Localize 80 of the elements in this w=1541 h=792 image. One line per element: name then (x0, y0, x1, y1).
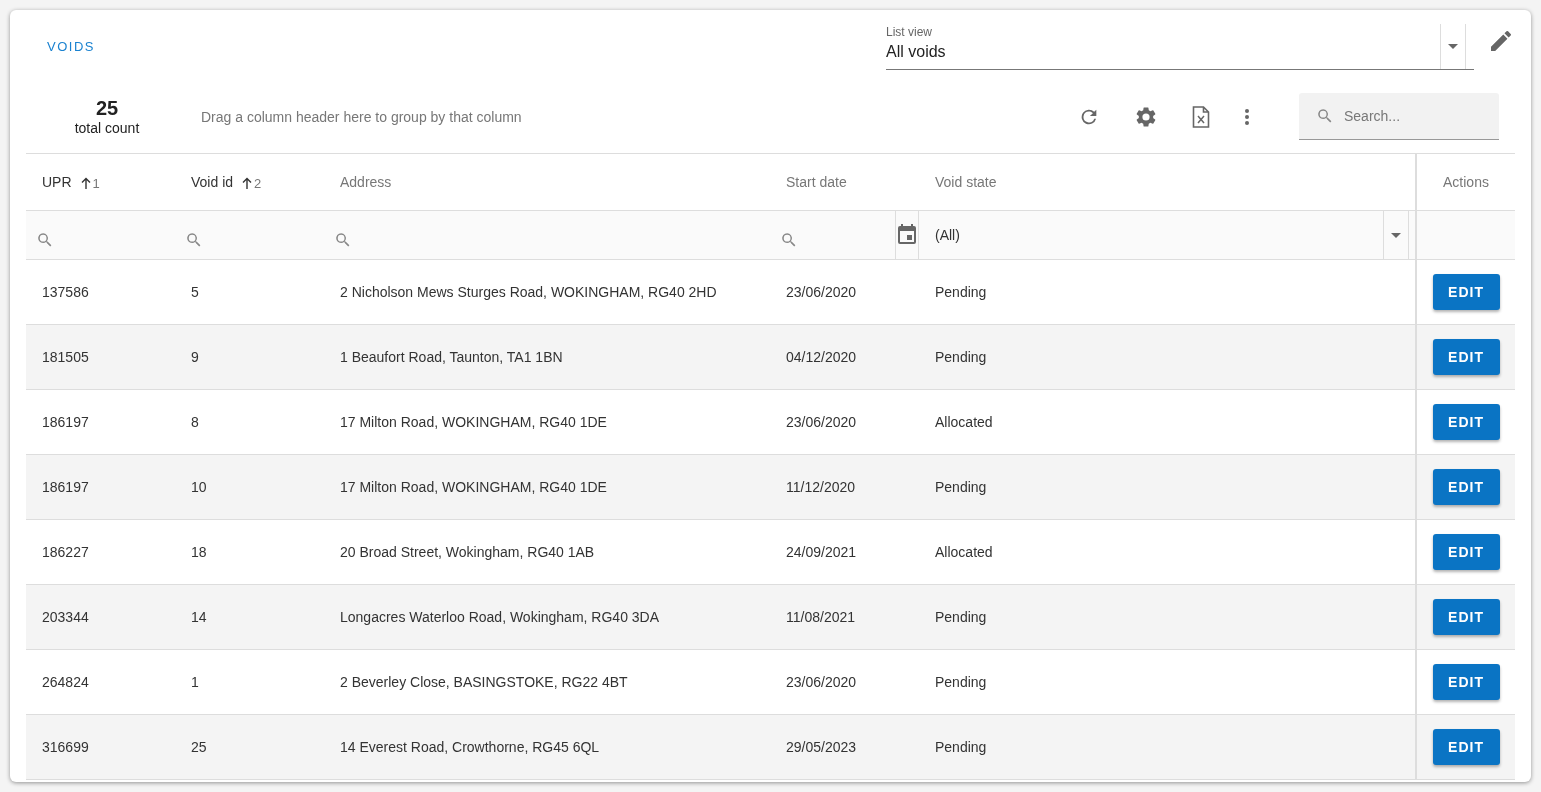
edit-button[interactable]: EDIT (1432, 404, 1500, 440)
calendar-icon[interactable] (897, 224, 917, 246)
search-icon (36, 231, 54, 249)
list-view-dropdown[interactable]: List view All voids (886, 24, 1474, 70)
table-cell: 9 (191, 349, 199, 365)
table-cell: 2 Beverley Close, BASINGSTOKE, RG22 4BT (340, 674, 628, 690)
sort-order: 1 (92, 175, 100, 191)
sort-order: 2 (254, 175, 262, 191)
table-cell: 18 (191, 544, 207, 560)
table-cell: 316699 (42, 739, 89, 755)
table-cell: Allocated (935, 414, 993, 430)
table-cell: 1 (191, 674, 199, 690)
table-cell: 23/06/2020 (786, 414, 857, 430)
table-cell: 17 Milton Road, WOKINGHAM, RG40 1DE (340, 414, 607, 430)
group-hint: Drag a column header here to group by that column (201, 108, 522, 125)
table-cell: Pending (935, 284, 987, 300)
field-value: All voids (886, 43, 947, 61)
edit-button[interactable]: EDIT (1432, 339, 1500, 375)
table-cell: Pending (935, 609, 987, 625)
table-cell: 137586 (42, 284, 89, 300)
table-cell: Pending (935, 674, 987, 690)
caret-icon[interactable] (1448, 44, 1458, 49)
field-label: List view (886, 25, 933, 39)
table-cell: 186197 (42, 479, 89, 495)
edit-button[interactable]: EDIT (1432, 274, 1500, 310)
table-cell: 5 (191, 284, 199, 300)
spreadsheet-file-icon[interactable] (1192, 105, 1210, 128)
table-cell: Pending (935, 349, 987, 365)
search-icon (1316, 107, 1334, 125)
table-cell: 264824 (42, 674, 89, 690)
table-cell: 10 (191, 479, 207, 495)
search-field[interactable]: Search... (1299, 93, 1499, 140)
edit-button[interactable]: EDIT (1432, 729, 1500, 765)
table-cell: 23/06/2020 (786, 674, 857, 690)
search-icon (780, 231, 798, 249)
search-icon (185, 231, 203, 249)
table-cell: 14 Everest Road, Crowthorne, RG45 6QL (340, 739, 600, 755)
search-input[interactable]: Search... (1342, 107, 1486, 125)
caret-icon[interactable] (1391, 232, 1401, 238)
table-cell: 24/09/2021 (786, 544, 857, 560)
table-cell: 8 (191, 414, 199, 430)
sort-ascending-icon (242, 177, 253, 189)
column-header[interactable]: Address (340, 174, 392, 190)
table-cell: 11/08/2021 (786, 609, 856, 625)
column-header[interactable]: UPR (42, 174, 72, 190)
total-count-label: total count (74, 120, 140, 136)
table-cell: 186227 (42, 544, 89, 560)
column-header[interactable]: Actions (1443, 174, 1489, 190)
table-cell: 04/12/2020 (786, 349, 857, 365)
search-icon (334, 231, 352, 249)
table-cell: 25 (191, 739, 207, 755)
settings-icon[interactable] (1134, 104, 1158, 129)
more-icon[interactable] (1244, 107, 1250, 126)
table-cell: 23/06/2020 (786, 284, 857, 300)
table-cell: 186197 (42, 414, 89, 430)
edit-button[interactable]: EDIT (1432, 534, 1500, 570)
table-cell: Longacres Waterloo Road, Wokingham, RG40 3DA (340, 609, 660, 625)
table-cell: Pending (935, 739, 987, 755)
column-header[interactable]: Void id (191, 174, 234, 190)
page-title: VOIDS (47, 39, 95, 54)
column-header[interactable]: Start date (786, 174, 847, 190)
table-cell: 203344 (42, 609, 89, 625)
filter-value[interactable]: (All) (935, 227, 960, 243)
table-cell: 181505 (42, 349, 89, 365)
table-cell: 14 (191, 609, 207, 625)
column-header[interactable]: Void state (935, 174, 997, 190)
edit-button[interactable]: EDIT (1432, 599, 1500, 635)
edit-button[interactable]: EDIT (1432, 469, 1500, 505)
table-cell: 2 Nicholson Mews Sturges Road, WOKINGHAM, RG40 2HD (340, 284, 717, 300)
table-cell: 11/12/2020 (786, 479, 856, 495)
table-cell: 20 Broad Street, Wokingham, RG40 1AB (340, 544, 595, 560)
edit-button[interactable]: EDIT (1432, 664, 1500, 700)
table-cell: 29/05/2023 (786, 739, 857, 755)
table-cell: Allocated (935, 544, 993, 560)
table-cell: 17 Milton Road, WOKINGHAM, RG40 1DE (340, 479, 607, 495)
table-cell: 1 Beaufort Road, Taunton, TA1 1BN (340, 349, 563, 365)
edit-icon[interactable] (1491, 31, 1511, 51)
total-count: 25 (95, 97, 119, 120)
sort-ascending-icon (80, 177, 91, 189)
table-cell: Pending (935, 479, 987, 495)
